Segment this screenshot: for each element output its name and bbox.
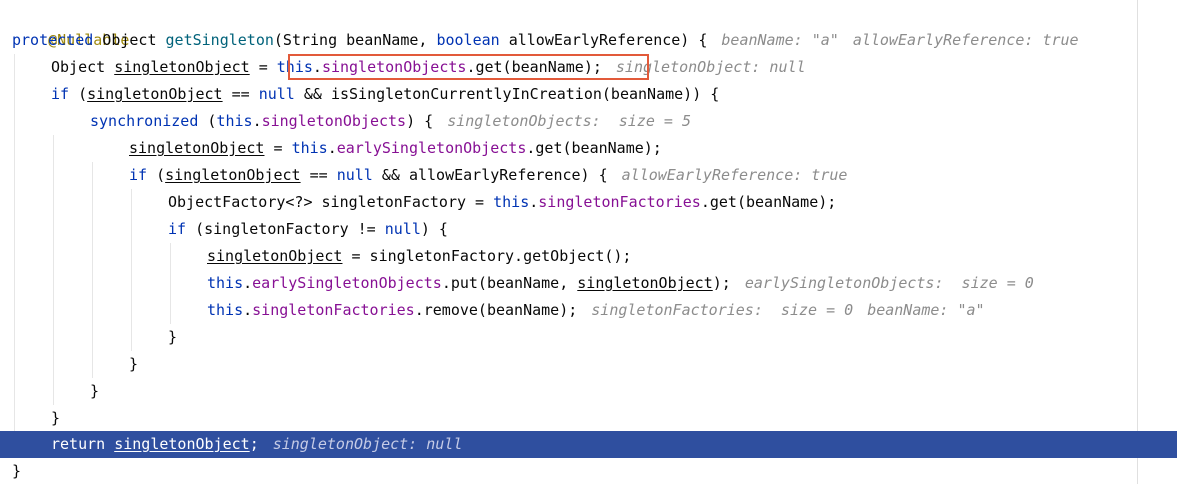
method-name: getSingleton [165, 31, 274, 49]
code-text: ( [69, 85, 88, 103]
keyword: boolean [436, 31, 500, 49]
code-text: == [222, 85, 259, 103]
code-line-4[interactable]: if (singletonObject == null && isSinglet… [0, 81, 1177, 108]
keyword: return [51, 435, 106, 453]
keyword: if [51, 85, 70, 103]
closing-brace: } [129, 355, 139, 373]
code-text: ObjectFactory<?> singletonFactory = [168, 193, 494, 211]
code-line-11[interactable]: this.earlySingletonObjects.put(beanName,… [0, 270, 1177, 297]
field: singletonFactories [252, 301, 415, 319]
variable: singletonObject [577, 274, 713, 292]
code-line-1[interactable]: @Nullable [0, 0, 1177, 49]
code-text: ) { [420, 220, 448, 238]
code-text: (singletonFactory != [186, 220, 385, 238]
code-line-18[interactable]: } [0, 458, 1177, 485]
keyword: null [336, 166, 373, 184]
code-line-14[interactable]: } [0, 351, 1177, 378]
inline-debug-value: beanName: "a" [867, 301, 985, 319]
keyword: if [168, 220, 187, 238]
code-text: . [243, 301, 253, 319]
code-text: . [327, 139, 337, 157]
code-text: Object [51, 58, 115, 76]
inline-debug-value: beanName: "a" [721, 31, 839, 49]
field: earlySingletonObjects [252, 274, 442, 292]
closing-brace: } [51, 409, 61, 427]
inline-debug-value: singletonFactories: size = 0 [591, 301, 854, 319]
closing-brace: } [12, 462, 22, 480]
code-text: . [252, 112, 262, 130]
code-text: .get(beanName); [700, 193, 837, 211]
keyword: this [207, 301, 244, 319]
code-text: ( [198, 112, 217, 130]
closing-brace: } [168, 328, 178, 346]
keyword: synchronized [90, 112, 199, 130]
code-line-16[interactable]: } [0, 405, 1177, 432]
keyword: this [207, 274, 244, 292]
code-text: . [529, 193, 539, 211]
code-text: ); [712, 274, 731, 292]
code-text: ; [249, 435, 259, 453]
inline-debug-value: earlySingletonObjects: size = 0 [744, 274, 1034, 292]
variable: singletonObject [87, 85, 223, 103]
code-text: . [243, 274, 253, 292]
keyword: this [291, 139, 328, 157]
code-text: ( [147, 166, 166, 184]
code-text: allowEarlyReference) { [499, 31, 708, 49]
variable: singletonObject [129, 139, 265, 157]
code-text: .remove(beanName); [414, 301, 578, 319]
code-text: = singletonFactory.getObject(); [342, 247, 632, 265]
code-line-8[interactable]: ObjectFactory<?> singletonFactory = this… [0, 189, 1177, 216]
inline-debug-value: singletonObject: null [615, 58, 806, 76]
code-text: Object [93, 31, 166, 49]
code-text: = [264, 139, 292, 157]
variable: singletonObject [165, 166, 301, 184]
keyword: null [384, 220, 421, 238]
code-text: . [312, 58, 322, 76]
variable: singletonObject [114, 58, 250, 76]
code-line-15[interactable]: } [0, 378, 1177, 405]
field: singletonObjects [261, 112, 407, 130]
inline-debug-value: allowEarlyReference: true [852, 31, 1079, 49]
code-text: .get(beanName); [466, 58, 602, 76]
code-text: && allowEarlyReference) { [372, 166, 608, 184]
code-editor[interactable]: @Nullable protected Object getSingleton(… [0, 0, 1177, 484]
code-text: && isSingletonCurrentlyInCreation(beanNa… [294, 85, 720, 103]
field: singletonObjects [321, 58, 467, 76]
variable: singletonObject [114, 435, 250, 453]
code-line-5[interactable]: synchronized (this.singletonObjects) { si… [0, 108, 1177, 135]
keyword: this [216, 112, 253, 130]
keyword: this [276, 58, 313, 76]
code-line-10[interactable]: singletonObject = singletonFactory.getOb… [0, 243, 1177, 270]
code-text: ) { [406, 112, 434, 130]
keyword: protected [12, 31, 94, 49]
inline-debug-value: singletonObjects: size = 5 [447, 112, 692, 130]
keyword: if [129, 166, 148, 184]
execution-point-line[interactable]: return singletonObject; singletonObject: … [0, 431, 1177, 458]
inline-debug-value: singletonObject: null [272, 435, 463, 453]
inline-debug-value: allowEarlyReference: true [621, 166, 848, 184]
closing-brace: } [90, 382, 100, 400]
keyword: this [493, 193, 530, 211]
code-text: = [249, 58, 277, 76]
code-text: .put(beanName, [441, 274, 578, 292]
code-text: .get(beanName); [526, 139, 662, 157]
code-line-7[interactable]: if (singletonObject == null && allowEarl… [0, 162, 1177, 189]
keyword: null [258, 85, 295, 103]
code-line-12[interactable]: this.singletonFactories.remove(beanName)… [0, 297, 1177, 324]
variable: singletonObject [207, 247, 343, 265]
code-line-13[interactable]: } [0, 324, 1177, 351]
code-line-6[interactable]: singletonObject = this.earlySingletonObj… [0, 135, 1177, 162]
code-line-9[interactable]: if (singletonFactory != null) { [0, 216, 1177, 243]
field: earlySingletonObjects [336, 139, 527, 157]
field: singletonFactories [538, 193, 701, 211]
code-text: (String beanName, [273, 31, 437, 49]
code-line-3[interactable]: Object singletonObject = this.singletonO… [0, 54, 1177, 81]
code-text: == [300, 166, 337, 184]
code-line-2[interactable]: protected Object getSingleton(String bea… [0, 27, 1177, 54]
